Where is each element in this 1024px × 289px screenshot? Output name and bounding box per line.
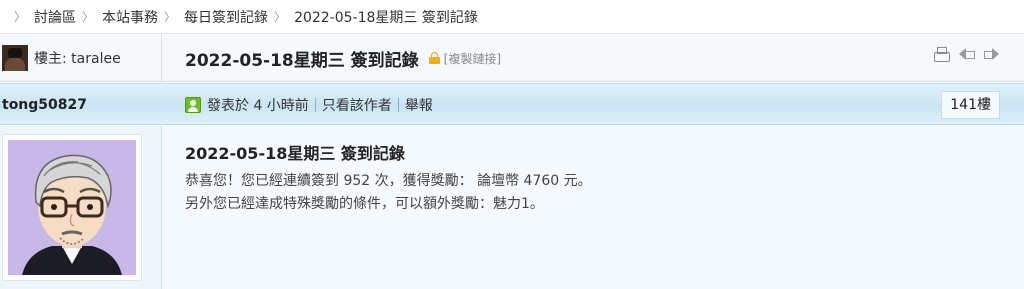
breadcrumb-daily-checkin[interactable]: 每日簽到記錄 [184, 7, 268, 27]
report-link[interactable]: 舉報 [405, 95, 433, 115]
author-sidebar [0, 126, 162, 289]
thread-title: 2022-05-18星期三 簽到記錄 [185, 50, 419, 71]
breadcrumb: 〉 討論區 〉 本站事務 〉 每日簽到記錄 〉 2022-05-18星期三 簽到… [0, 0, 1024, 34]
post-time: 發表於 4 小時前 [207, 98, 309, 114]
thread-title-area: 2022-05-18星期三 簽到記錄 [複製鏈接] [185, 34, 501, 82]
print-icon[interactable] [933, 46, 950, 63]
arrow-left-icon[interactable] [958, 46, 975, 63]
only-author-link[interactable]: 只看該作者 [322, 95, 392, 115]
chevron-right-icon: 〉 [274, 10, 287, 24]
breadcrumb-current: 2022-05-18星期三 簽到記錄 [294, 9, 478, 26]
post-author[interactable]: tong50827 [2, 84, 87, 126]
op-info: 樓主: taralee [0, 34, 162, 82]
post-content: 2022-05-18星期三 簽到記錄 恭喜您！您已經連續簽到 952 次，獲得獎… [185, 140, 592, 211]
floor-number[interactable]: 141樓 [941, 91, 1000, 119]
avatar-image [8, 140, 136, 275]
divider [397, 98, 399, 112]
post-text-line: 恭喜您！您已經連續簽到 952 次，獲得獎勵： 論壇幣 4760 元。 [185, 173, 592, 189]
divider [314, 98, 316, 112]
op-username[interactable]: 樓主: taralee [34, 48, 121, 68]
thread-header: 樓主: taralee 2022-05-18星期三 簽到記錄 [複製鏈接] [0, 34, 1024, 82]
chevron-right-icon: 〉 [14, 10, 27, 24]
post-header: tong50827 發表於 4 小時前 只看該作者 舉報 141樓 [0, 83, 1024, 125]
post-body: 2022-05-18星期三 簽到記錄 恭喜您！您已經連續簽到 952 次，獲得獎… [0, 126, 1024, 289]
post-title: 2022-05-18星期三 簽到記錄 [185, 144, 405, 163]
thread-tools [933, 46, 1000, 63]
copy-link-button[interactable]: [複製鏈接] [444, 50, 501, 67]
op-avatar[interactable] [2, 45, 28, 71]
chevron-right-icon: 〉 [164, 10, 177, 24]
breadcrumb-site-affairs[interactable]: 本站事務 [102, 7, 158, 27]
post-text-line: 另外您已經達成特殊獎勵的條件，可以額外獎勵：魅力1。 [185, 196, 544, 212]
online-status-icon [185, 97, 201, 113]
lock-icon [428, 52, 440, 64]
arrow-right-icon[interactable] [983, 46, 1000, 63]
chevron-right-icon: 〉 [82, 10, 95, 24]
author-avatar[interactable] [2, 134, 142, 281]
breadcrumb-forum[interactable]: 討論區 [34, 7, 76, 27]
post-meta: 發表於 4 小時前 只看該作者 舉報 [185, 84, 433, 126]
